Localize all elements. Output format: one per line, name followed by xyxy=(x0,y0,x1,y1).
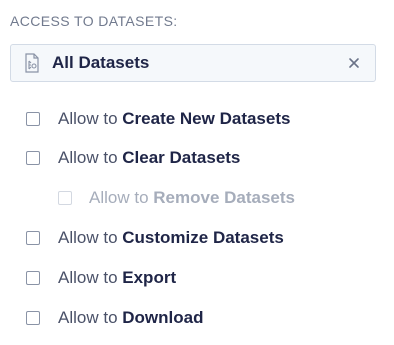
permission-label: Allow to Customize Datasets xyxy=(58,228,284,248)
permission-prefix: Allow to xyxy=(58,228,118,247)
checkbox-download[interactable] xyxy=(26,311,40,325)
permission-prefix: Allow to xyxy=(58,308,118,327)
permission-customize-datasets[interactable]: Allow to Customize Datasets xyxy=(26,227,284,249)
permission-download[interactable]: Allow to Download xyxy=(26,307,203,329)
permission-label: Allow to Export xyxy=(58,268,176,288)
permission-action: Clear Datasets xyxy=(122,148,241,167)
checkbox-clear-datasets[interactable] xyxy=(26,151,40,165)
permission-prefix: Allow to xyxy=(58,268,118,287)
permission-prefix: Allow to xyxy=(58,109,118,128)
permission-label: Allow to Remove Datasets xyxy=(89,188,295,208)
checkbox-customize-datasets[interactable] xyxy=(26,231,40,245)
close-icon[interactable] xyxy=(343,52,365,74)
permission-action: Export xyxy=(122,268,177,287)
permission-export[interactable]: Allow to Export xyxy=(26,267,176,289)
permission-action: Remove Datasets xyxy=(153,188,296,207)
permission-label: Allow to Clear Datasets xyxy=(58,148,240,168)
permission-create-new-datasets[interactable]: Allow to Create New Datasets xyxy=(26,108,290,130)
permission-action: Create New Datasets xyxy=(122,109,291,128)
permission-prefix: Allow to xyxy=(89,188,149,207)
checkbox-remove-datasets xyxy=(58,191,72,205)
permission-action: Customize Datasets xyxy=(122,228,284,247)
permission-action: Download xyxy=(122,308,204,327)
permission-label: Allow to Create New Datasets xyxy=(58,109,290,129)
permission-prefix: Allow to xyxy=(58,148,118,167)
section-title: ACCESS TO DATASETS: xyxy=(10,13,178,29)
dataset-selector[interactable]: All Datasets xyxy=(10,44,376,82)
permission-clear-datasets[interactable]: Allow to Clear Datasets xyxy=(26,147,240,169)
checkbox-create-new-datasets[interactable] xyxy=(26,112,40,126)
checkbox-export[interactable] xyxy=(26,271,40,285)
permission-remove-datasets: Allow to Remove Datasets xyxy=(58,187,295,209)
dataset-icon xyxy=(23,53,41,73)
dataset-selector-value: All Datasets xyxy=(52,53,150,72)
permission-label: Allow to Download xyxy=(58,308,203,328)
